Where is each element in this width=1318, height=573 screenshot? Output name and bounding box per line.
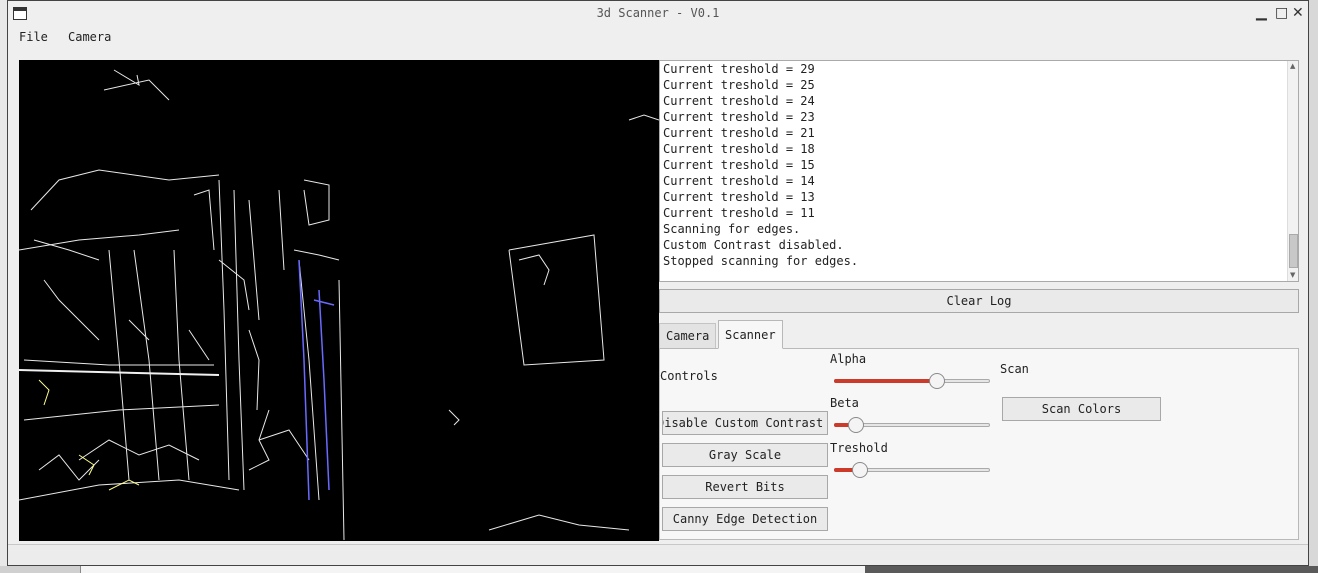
log-line: Current treshold = 13 — [663, 190, 815, 204]
log-line: Current treshold = 23 — [663, 110, 815, 124]
title-bar[interactable]: 3d Scanner - V0.1 ▁ □ ✕ — [8, 1, 1308, 27]
menu-file[interactable]: File — [19, 30, 48, 44]
log-line: Current treshold = 11 — [663, 206, 815, 220]
window-title: 3d Scanner - V0.1 — [596, 6, 720, 20]
controls-label: Controls — [660, 369, 718, 383]
slider-handle[interactable] — [848, 417, 864, 433]
scan-colors-button[interactable]: Scan Colors — [1002, 397, 1161, 421]
menu-bar: File Camera — [8, 28, 1308, 48]
log-lines: Current treshold = 29 Current treshold = … — [663, 61, 858, 269]
alpha-label: Alpha — [830, 352, 867, 366]
log-line: Current treshold = 21 — [663, 126, 815, 140]
desktop-background-bottom — [0, 566, 1318, 573]
scroll-down-icon[interactable]: ▼ — [1290, 271, 1295, 279]
slider-fill — [834, 379, 938, 383]
canny-edge-detection-button[interactable]: Canny Edge Detection — [662, 507, 828, 531]
beta-label: Beta — [830, 396, 859, 410]
desktop-background-right — [1309, 0, 1318, 573]
log-line: Current treshold = 29 — [663, 62, 815, 76]
log-line: Current treshold = 24 — [663, 94, 815, 108]
scroll-up-icon[interactable]: ▲ — [1290, 62, 1295, 70]
log-scrollbar[interactable]: ▲ ▼ — [1287, 61, 1298, 281]
scan-label: Scan — [1000, 362, 1029, 376]
close-icon[interactable]: ✕ — [1292, 5, 1304, 21]
log-line: Current treshold = 18 — [663, 142, 815, 156]
log-line: Stopped scanning for edges. — [663, 254, 859, 268]
tab-scanner[interactable]: Scanner — [718, 320, 783, 349]
log-line: Scanning for edges. — [663, 222, 801, 236]
status-bar — [8, 544, 1308, 565]
scanner-panel: Controls Disable Custom Contrast Gray Sc… — [659, 348, 1299, 540]
slider-handle[interactable] — [852, 462, 869, 478]
log-area[interactable]: Current treshold = 29 Current treshold = … — [659, 60, 1299, 282]
treshold-slider[interactable] — [834, 462, 990, 478]
background-window-edge-dark — [865, 566, 1318, 573]
disable-custom-contrast-button[interactable]: Disable Custom Contrast — [662, 411, 828, 435]
background-window-edge — [80, 566, 865, 573]
log-line: Current treshold = 15 — [663, 158, 815, 172]
alpha-slider[interactable] — [834, 373, 990, 389]
log-line: Current treshold = 14 — [663, 174, 815, 188]
tab-camera[interactable]: Camera — [659, 323, 717, 349]
clear-log-button[interactable]: Clear Log — [659, 289, 1299, 313]
revert-bits-button[interactable]: Revert Bits — [662, 475, 828, 499]
beta-slider[interactable] — [834, 417, 990, 433]
log-line: Current treshold = 25 — [663, 78, 815, 92]
app-window: 3d Scanner - V0.1 ▁ □ ✕ File Camera Curr… — [7, 0, 1309, 566]
camera-preview — [19, 60, 659, 541]
menu-camera[interactable]: Camera — [68, 30, 111, 44]
scrollbar-thumb[interactable] — [1289, 234, 1298, 268]
edge-detection-image — [19, 69, 659, 541]
log-line: Custom Contrast disabled. — [663, 238, 844, 252]
minimize-icon[interactable]: ▁ — [1256, 5, 1267, 21]
slider-handle[interactable] — [929, 373, 946, 389]
maximize-icon[interactable]: □ — [1275, 5, 1288, 21]
treshold-label: Treshold — [830, 441, 888, 455]
gray-scale-button[interactable]: Gray Scale — [662, 443, 828, 467]
